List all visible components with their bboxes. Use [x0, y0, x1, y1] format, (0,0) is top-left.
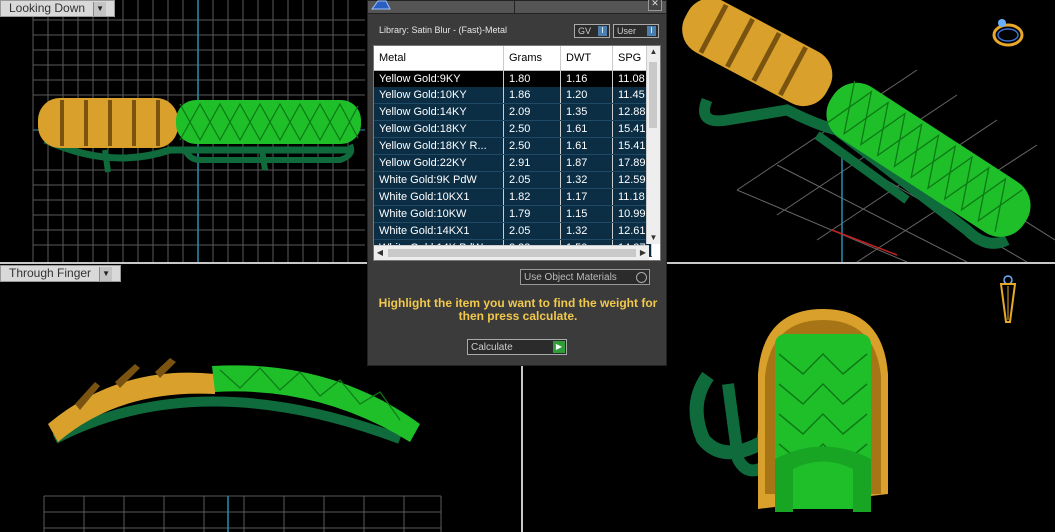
cell-grams: 2.09 [503, 103, 561, 121]
cell-dwt: 1.35 [560, 103, 613, 121]
scroll-right-icon[interactable]: ▶ [637, 246, 649, 260]
cell-metal: Yellow Gold:18KY R... [374, 137, 504, 155]
cell-metal: White Gold:10KW [374, 205, 504, 223]
metal-weight-table[interactable]: Metal Grams DWT SPG Yellow Gold:9KY 1.80… [373, 45, 661, 261]
view-label-text: Looking Down [9, 1, 86, 15]
weight-dialog: ✕ Library: Satin Blur - (Fast)-Metal GV … [367, 0, 667, 366]
table-horizontal-scrollbar[interactable]: ◀ ▶ [374, 245, 649, 260]
table-row[interactable]: White Gold:10KW 1.79 1.15 10.99 [374, 205, 652, 223]
metal-table: Metal Grams DWT SPG Yellow Gold:9KY 1.80… [374, 46, 652, 257]
cell-dwt: 1.87 [560, 154, 613, 172]
table-row[interactable]: Yellow Gold:18KY R... 2.50 1.61 15.41 [374, 137, 652, 155]
instruction-text: Highlight the item you want to find the … [378, 296, 658, 323]
user-label: User [617, 26, 637, 36]
cell-metal: Yellow Gold:10KY [374, 87, 504, 104]
cell-grams: 2.91 [503, 154, 561, 172]
table-header-row: Metal Grams DWT SPG [374, 46, 652, 71]
cell-dwt: 1.61 [560, 137, 613, 155]
cell-grams: 2.50 [503, 120, 561, 138]
column-header-dwt[interactable]: DWT [560, 46, 613, 71]
table-row[interactable]: White Gold:10KX1 1.82 1.17 11.18 [374, 188, 652, 206]
table-row[interactable]: Yellow Gold:22KY 2.91 1.87 17.89 [374, 154, 652, 172]
user-toggle[interactable]: User I [613, 24, 659, 38]
use-object-materials-label: Use Object Materials [524, 272, 617, 283]
scroll-down-icon[interactable]: ▼ [647, 232, 660, 244]
dialog-titlebar[interactable]: ✕ [368, 0, 666, 14]
cell-dwt: 1.32 [560, 222, 613, 240]
app-logo-icon [371, 0, 391, 10]
cell-dwt: 1.61 [560, 120, 613, 138]
table-row[interactable]: White Gold:9K PdW 2.05 1.32 12.59 [374, 171, 652, 189]
calculate-label: Calculate [471, 342, 513, 353]
cell-metal: Yellow Gold:14KY [374, 103, 504, 121]
scroll-thumb[interactable] [649, 62, 657, 128]
perspective-render [682, 0, 1055, 262]
table-row[interactable]: Yellow Gold:14KY 2.09 1.35 12.88 [374, 103, 652, 121]
front-view-icon [999, 275, 1017, 323]
calculate-button[interactable]: Calculate ▶ [467, 339, 567, 355]
viewport-perspective[interactable] [667, 0, 1055, 262]
view-label-text: Through Finger [9, 266, 92, 280]
cell-metal: Yellow Gold:9KY [374, 70, 504, 87]
cell-grams: 1.86 [503, 87, 561, 104]
cell-grams: 1.79 [503, 205, 561, 223]
cell-metal: White Gold:9K PdW [374, 171, 504, 189]
cell-grams: 2.05 [503, 222, 561, 240]
cell-dwt: 1.32 [560, 171, 613, 189]
view-label-through-finger[interactable]: Through Finger ▼ [0, 265, 122, 282]
use-object-materials-toggle[interactable]: Use Object Materials [520, 269, 650, 285]
cell-metal: Yellow Gold:18KY [374, 120, 504, 138]
gv-toggle[interactable]: GV I [574, 24, 610, 38]
library-label: Library: Satin Blur - (Fast)-Metal [379, 25, 508, 35]
toggle-knob-icon: I [647, 26, 656, 36]
cell-dwt: 1.17 [560, 188, 613, 206]
column-header-metal[interactable]: Metal [374, 46, 504, 71]
cell-metal: White Gold:10KX1 [374, 188, 504, 206]
table-row[interactable]: Yellow Gold:9KY 1.80 1.16 11.08 [374, 70, 652, 87]
viewport-looking-down[interactable]: Looking Down ▼ [0, 0, 365, 262]
table-row[interactable]: White Gold:14KX1 2.05 1.32 12.61 [374, 222, 652, 240]
column-header-grams[interactable]: Grams [503, 46, 561, 71]
table-row[interactable]: Yellow Gold:18KY 2.50 1.61 15.41 [374, 120, 652, 138]
play-arrow-icon: ▶ [553, 341, 565, 353]
cell-grams: 1.80 [503, 70, 561, 87]
cell-dwt: 1.16 [560, 70, 613, 87]
gv-label: GV [578, 26, 592, 36]
cell-grams: 2.50 [503, 137, 561, 155]
scroll-thumb[interactable] [388, 249, 636, 257]
table-vertical-scrollbar[interactable]: ▲ ▼ [646, 46, 660, 244]
chevron-down-icon[interactable]: ▼ [99, 266, 113, 281]
chevron-down-icon[interactable]: ▼ [93, 1, 107, 16]
toggle-knob-icon: I [598, 26, 607, 36]
cell-grams: 1.82 [503, 188, 561, 206]
scroll-left-icon[interactable]: ◀ [374, 246, 386, 260]
ring-view-icon [992, 19, 1024, 47]
radio-icon [636, 272, 647, 283]
cell-grams: 2.05 [503, 171, 561, 189]
cell-dwt: 1.20 [560, 87, 613, 104]
close-icon[interactable]: ✕ [648, 0, 662, 11]
cell-metal: White Gold:14KX1 [374, 222, 504, 240]
cell-metal: Yellow Gold:22KY [374, 154, 504, 172]
looking-down-render [32, 0, 365, 262]
view-label-looking-down[interactable]: Looking Down ▼ [0, 0, 116, 17]
table-row[interactable]: Yellow Gold:10KY 1.86 1.20 11.45 [374, 87, 652, 104]
scroll-up-icon[interactable]: ▲ [647, 46, 660, 58]
cell-dwt: 1.15 [560, 205, 613, 223]
